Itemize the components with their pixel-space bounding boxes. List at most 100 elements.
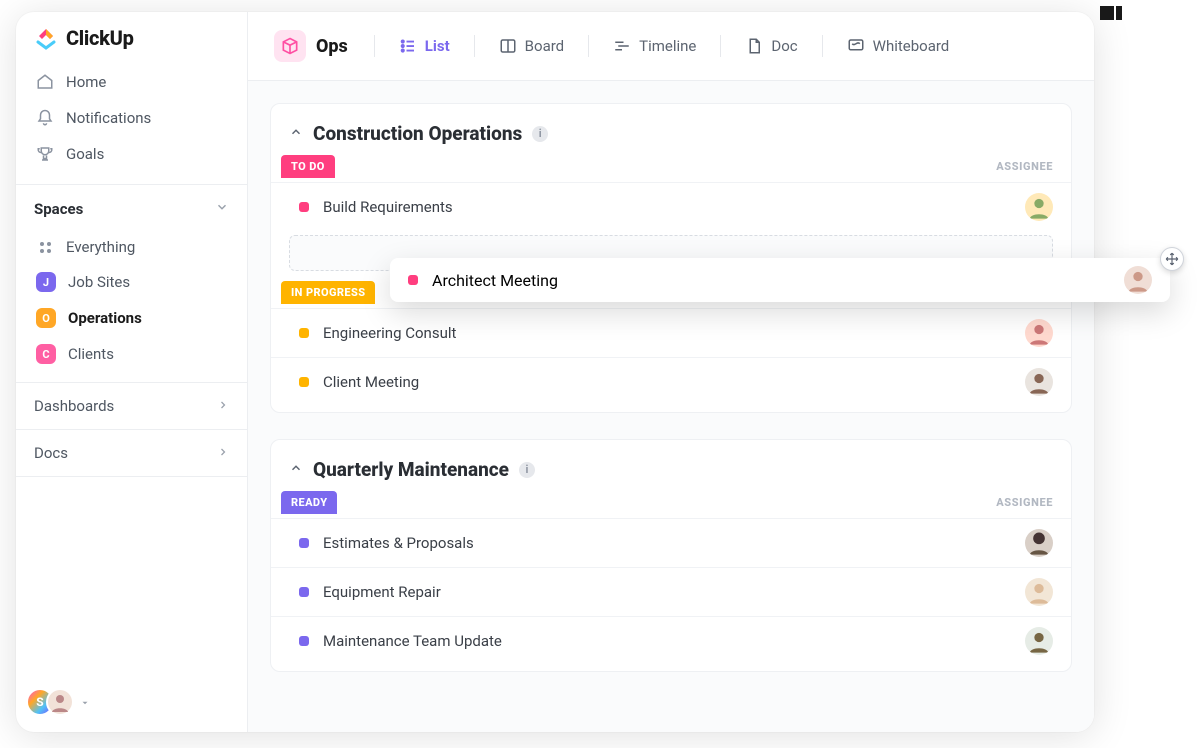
chevron-down-icon — [215, 199, 229, 218]
nav-docs[interactable]: Docs — [16, 429, 247, 477]
whiteboard-icon — [847, 37, 865, 55]
content-area: Construction Operations i TO DO ASSIGNEE… — [248, 81, 1094, 732]
status-pill[interactable]: READY — [281, 491, 337, 514]
space-operations[interactable]: O Operations — [26, 300, 237, 336]
list-quarterly-maintenance: Quarterly Maintenance i READY ASSIGNEE E… — [270, 439, 1072, 672]
info-icon[interactable]: i — [532, 126, 548, 142]
section-label: Dashboards — [34, 397, 114, 415]
status-pill[interactable]: TO DO — [281, 155, 335, 178]
separator — [720, 35, 721, 57]
assignee-avatar[interactable] — [1025, 529, 1053, 557]
chevron-right-icon — [217, 444, 229, 462]
task-row[interactable]: Maintenance Team Update — [271, 616, 1071, 665]
separator — [474, 35, 475, 57]
status-dot-icon — [299, 538, 309, 548]
separator — [588, 35, 589, 57]
chevron-right-icon — [217, 397, 229, 415]
assignee-avatar[interactable] — [1025, 578, 1053, 606]
space-label: Clients — [68, 345, 114, 363]
nav-label: Notifications — [66, 109, 151, 127]
assignee-header: ASSIGNEE — [996, 160, 1053, 173]
separator — [822, 35, 823, 57]
cube-icon — [274, 30, 306, 62]
nav-home[interactable]: Home — [26, 64, 237, 100]
separator — [374, 35, 375, 57]
sidebar: ClickUp Home Notifications Goals — [16, 12, 248, 732]
view-label: List — [425, 37, 450, 55]
task-row[interactable]: Engineering Consult — [271, 308, 1071, 357]
assignee-avatar[interactable] — [1025, 627, 1053, 655]
status-header-todo: TO DO ASSIGNEE — [271, 155, 1071, 182]
status-header-ready: READY ASSIGNEE — [271, 491, 1071, 518]
board-icon — [499, 37, 517, 55]
status-dot-icon — [408, 275, 418, 285]
task-row[interactable]: Client Meeting — [271, 357, 1071, 406]
task-name: Architect Meeting — [432, 271, 558, 290]
main-panel: Ops List Board Timeline — [248, 12, 1094, 732]
space-label: Operations — [68, 309, 142, 327]
status-dot-icon — [299, 377, 309, 387]
chevron-up-icon — [289, 124, 303, 143]
clickup-logo-icon — [34, 26, 58, 50]
view-tab-doc[interactable]: Doc — [737, 31, 805, 61]
space-clients[interactable]: C Clients — [26, 336, 237, 372]
nav-notifications[interactable]: Notifications — [26, 100, 237, 136]
trophy-icon — [36, 145, 54, 163]
space-badge: C — [36, 344, 56, 364]
nav-label: Home — [66, 73, 106, 91]
task-name: Maintenance Team Update — [323, 632, 502, 650]
home-icon — [36, 73, 54, 91]
task-name: Client Meeting — [323, 373, 419, 391]
view-tab-timeline[interactable]: Timeline — [605, 31, 704, 61]
assignee-avatar[interactable] — [1025, 319, 1053, 347]
brand-name: ClickUp — [66, 26, 134, 50]
task-row[interactable]: Equipment Repair — [271, 567, 1071, 616]
task-row[interactable]: Estimates & Proposals — [271, 518, 1071, 567]
status-pill[interactable]: IN PROGRESS — [281, 281, 375, 304]
status-dot-icon — [299, 202, 309, 212]
nav-label: Goals — [66, 145, 104, 163]
status-dot-icon — [299, 587, 309, 597]
view-tab-whiteboard[interactable]: Whiteboard — [839, 31, 958, 61]
task-row[interactable]: Build Requirements — [271, 182, 1071, 231]
list-title: Construction Operations — [313, 122, 522, 145]
assignee-avatar[interactable] — [1025, 193, 1053, 221]
nav-goals[interactable]: Goals — [26, 136, 237, 172]
task-name: Build Requirements — [323, 198, 453, 216]
task-name: Engineering Consult — [323, 324, 456, 342]
space-job-sites[interactable]: J Job Sites — [26, 264, 237, 300]
list-header[interactable]: Quarterly Maintenance i — [271, 454, 1071, 491]
view-label: Doc — [771, 37, 797, 55]
assignee-avatar[interactable] — [1025, 368, 1053, 396]
nav-dashboards[interactable]: Dashboards — [16, 382, 247, 429]
user-avatar-stack[interactable]: S — [34, 688, 74, 716]
everything-icon — [36, 238, 54, 256]
bell-icon — [36, 109, 54, 127]
chevron-up-icon — [289, 460, 303, 479]
timeline-icon — [613, 37, 631, 55]
space-everything[interactable]: Everything — [26, 230, 237, 264]
space-label: Everything — [66, 238, 135, 256]
list-header[interactable]: Construction Operations i — [271, 118, 1071, 155]
assignee-avatar[interactable] — [1124, 266, 1152, 294]
caret-down-icon[interactable] — [80, 693, 90, 712]
brand-logo[interactable]: ClickUp — [16, 12, 247, 60]
list-icon — [399, 37, 417, 55]
space-badge: J — [36, 272, 56, 292]
view-label: Board — [525, 37, 564, 55]
list-title: Quarterly Maintenance — [313, 458, 509, 481]
spaces-list: Everything J Job Sites O Operations C Cl… — [16, 228, 247, 382]
view-tab-board[interactable]: Board — [491, 31, 572, 61]
assignee-header: ASSIGNEE — [996, 496, 1053, 509]
view-label: Timeline — [639, 37, 696, 55]
dragging-task-card[interactable]: Architect Meeting — [390, 258, 1170, 302]
space-name: Ops — [316, 36, 348, 57]
spaces-header[interactable]: Spaces — [16, 184, 247, 228]
primary-nav: Home Notifications Goals — [16, 60, 247, 176]
window-corner-decoration — [1100, 6, 1114, 20]
view-tab-list[interactable]: List — [391, 31, 458, 61]
view-topbar: Ops List Board Timeline — [248, 12, 1094, 81]
spaces-title: Spaces — [34, 200, 83, 218]
info-icon[interactable]: i — [519, 462, 535, 478]
space-chip[interactable]: Ops — [270, 26, 358, 66]
